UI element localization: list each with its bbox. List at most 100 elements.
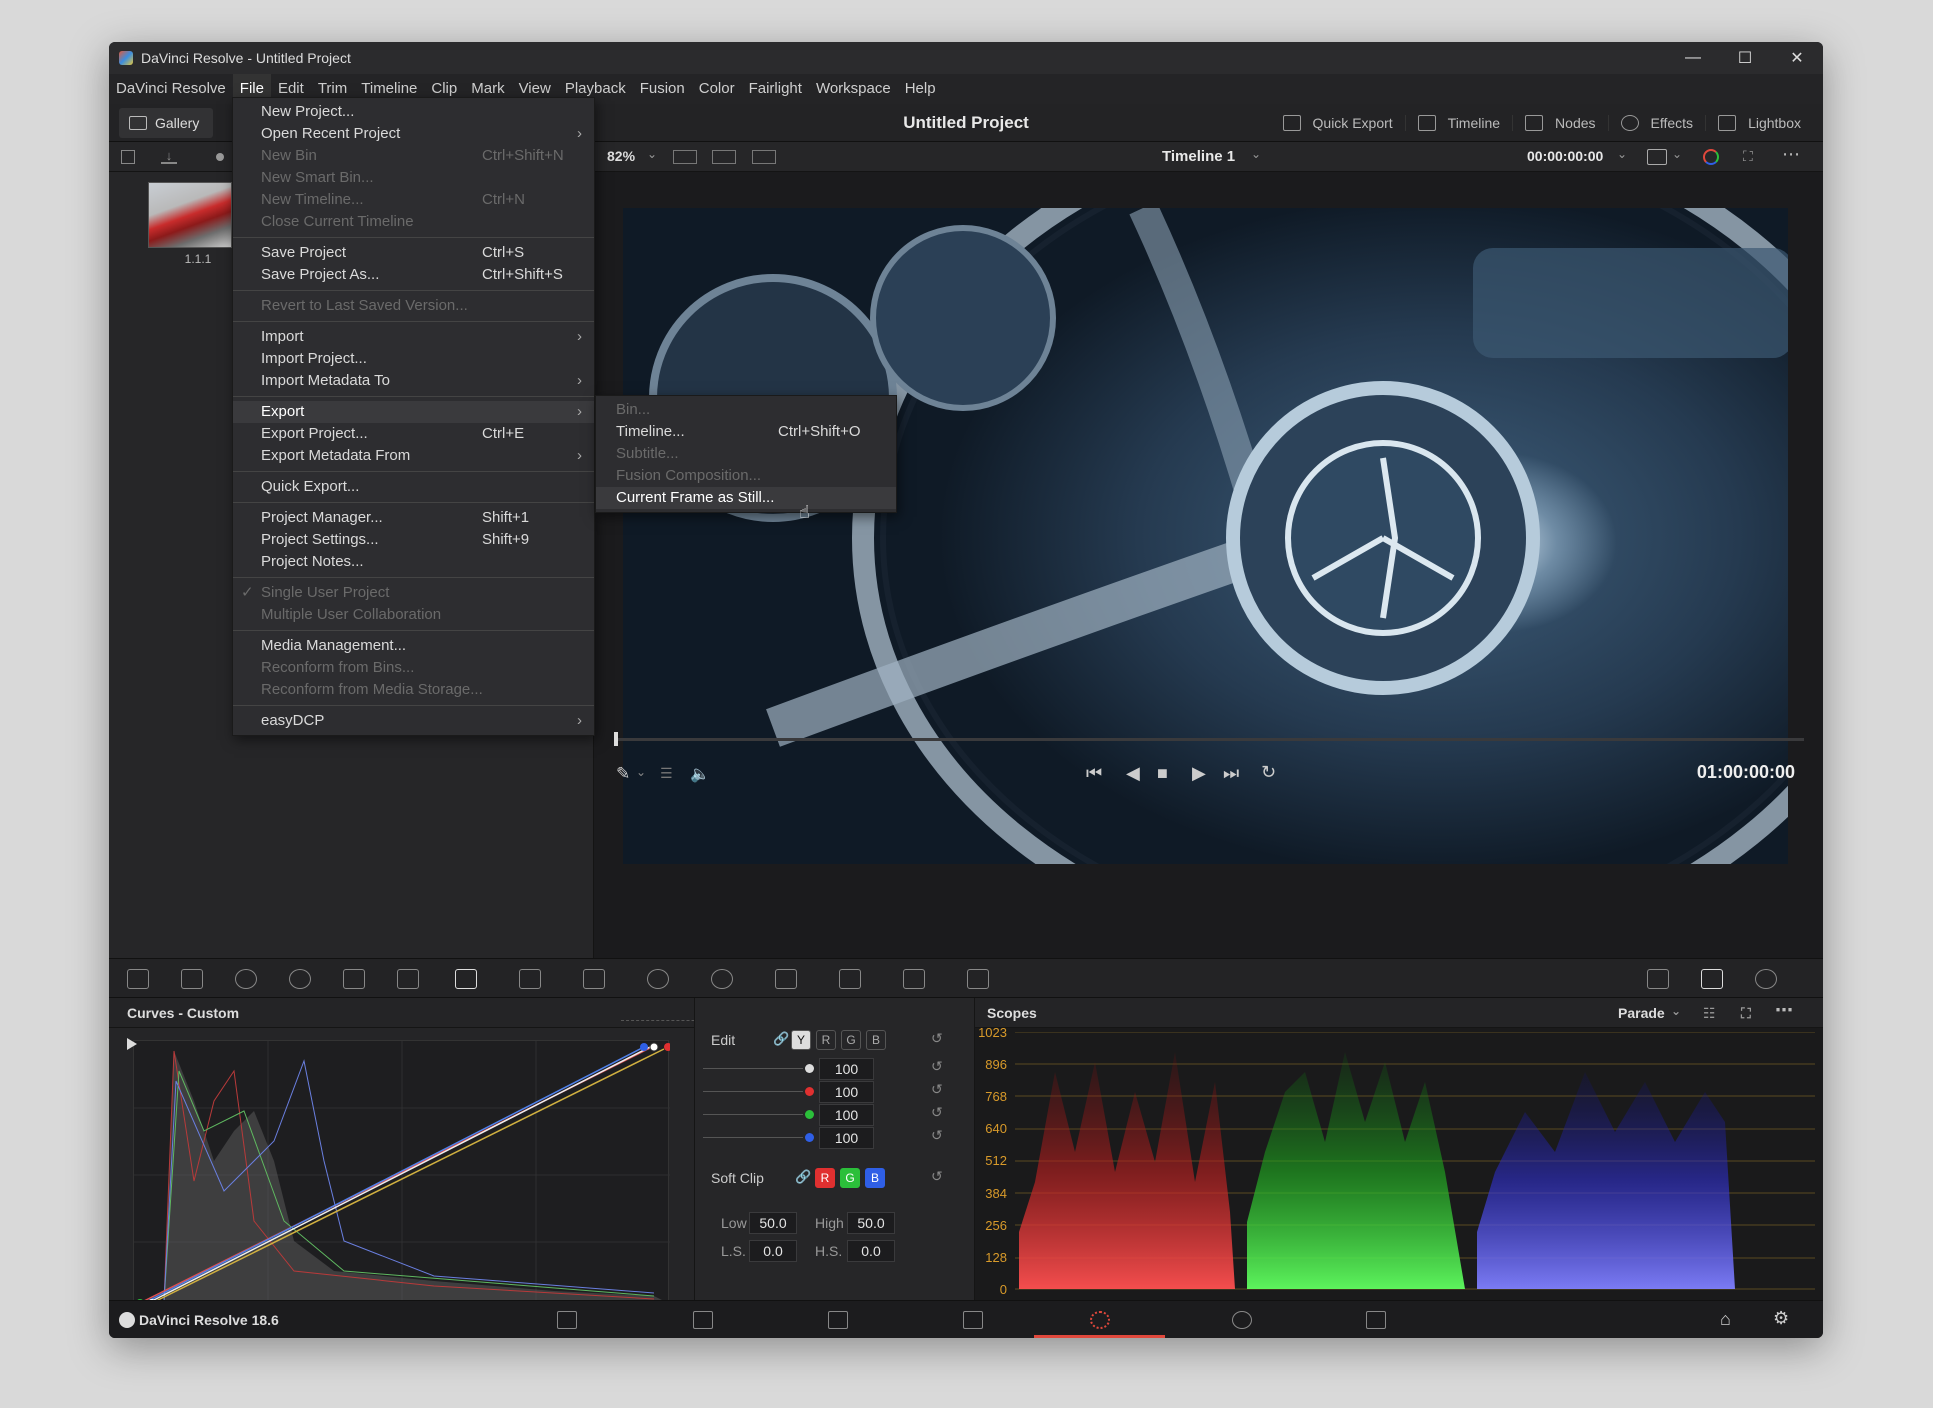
keyframes-icon[interactable] — [1647, 969, 1669, 989]
split-view-icon[interactable] — [752, 150, 776, 164]
reset-icon[interactable]: ↺ — [931, 1058, 943, 1075]
reset-icon[interactable]: ↺ — [931, 1168, 943, 1185]
export-menu-item[interactable]: Timeline... Ctrl+Shift+O — [596, 421, 896, 443]
soft-clip-g-button[interactable]: G — [840, 1168, 860, 1188]
file-menu-item[interactable]: easyDCP › — [233, 710, 594, 732]
menu-fairlight[interactable]: Fairlight — [742, 74, 809, 104]
menu-help[interactable]: Help — [898, 74, 943, 104]
zoom-select[interactable]: 82% — [607, 148, 635, 164]
slider-track[interactable] — [703, 1114, 803, 1115]
go-to-start-icon[interactable]: ⏮ — [1086, 763, 1102, 784]
file-menu-item[interactable]: Project Notes... — [233, 551, 594, 573]
export-menu-item[interactable]: Current Frame as Still... — [596, 487, 896, 509]
intensity-y-input[interactable]: 100 — [819, 1058, 874, 1080]
chevron-down-icon[interactable]: ⌄ — [1671, 996, 1681, 1026]
menu-color[interactable]: Color — [692, 74, 742, 104]
slider-knob[interactable] — [805, 1133, 814, 1142]
minimize-button[interactable]: — — [1667, 42, 1719, 74]
file-menu-item[interactable]: New Project... — [233, 101, 594, 123]
step-back-icon[interactable]: ◀ — [1126, 763, 1140, 784]
edit-page-icon[interactable] — [828, 1311, 848, 1329]
eyedropper-icon[interactable]: ✎ — [616, 764, 630, 784]
file-menu-item[interactable]: Save Project As... Ctrl+Shift+S — [233, 264, 594, 286]
grid-view-icon[interactable] — [712, 150, 736, 164]
reset-icon[interactable]: ↺ — [931, 1030, 943, 1047]
blur-icon[interactable] — [775, 969, 797, 989]
panel-toggle-icon[interactable] — [121, 150, 135, 164]
file-menu-item[interactable]: Media Management... — [233, 635, 594, 657]
file-menu-item[interactable]: Project Manager... Shift+1 — [233, 507, 594, 529]
fairlight-page-icon[interactable] — [1232, 1311, 1252, 1329]
media-page-icon[interactable] — [557, 1311, 577, 1329]
soft-clip-b-button[interactable]: B — [865, 1168, 885, 1188]
single-view-icon[interactable] — [673, 150, 697, 164]
maximize-button[interactable]: ☐ — [1719, 42, 1771, 74]
window-icon[interactable] — [647, 969, 669, 989]
dot-icon[interactable] — [216, 153, 224, 161]
color-match-icon[interactable] — [181, 969, 203, 989]
rgb-mixer-icon[interactable] — [343, 969, 365, 989]
color-page-icon[interactable] — [1090, 1311, 1110, 1329]
quick-export-button[interactable]: Quick Export — [1271, 115, 1405, 131]
timeline-select[interactable]: Timeline 1 — [1162, 148, 1235, 165]
color-wheel-icon[interactable] — [1703, 149, 1719, 165]
effects-button[interactable]: Effects — [1607, 115, 1706, 131]
slider-knob[interactable] — [805, 1087, 814, 1096]
channel-g-button[interactable]: G — [841, 1030, 861, 1050]
curves-icon[interactable] — [455, 969, 477, 989]
reset-icon[interactable]: ↺ — [931, 1127, 943, 1144]
fullscreen-icon[interactable]: ⛶ — [1741, 998, 1751, 1028]
lightbox-button[interactable]: Lightbox — [1705, 115, 1813, 131]
soft-clip-r-button[interactable]: R — [815, 1168, 835, 1188]
file-menu-item[interactable]: Export Project... Ctrl+E — [233, 423, 594, 445]
channel-b-button[interactable]: B — [866, 1030, 886, 1050]
qualifier-icon[interactable] — [583, 969, 605, 989]
ls-input[interactable]: 0.0 — [749, 1240, 797, 1262]
high-input[interactable]: 50.0 — [847, 1212, 895, 1234]
menu-workspace[interactable]: Workspace — [809, 74, 898, 104]
file-menu-item[interactable]: Import Project... — [233, 348, 594, 370]
motion-effects-icon[interactable] — [397, 969, 419, 989]
intensity-r-input[interactable]: 100 — [819, 1081, 874, 1103]
hs-input[interactable]: 0.0 — [847, 1240, 895, 1262]
chevron-down-icon[interactable]: ⌄ — [1251, 147, 1261, 161]
more-options-icon[interactable]: ⋯ — [1775, 995, 1793, 1025]
layers-icon[interactable]: ☰ — [660, 765, 673, 782]
hdr-icon[interactable] — [289, 969, 311, 989]
intensity-g-input[interactable]: 100 — [819, 1104, 874, 1126]
channel-r-button[interactable]: R — [816, 1030, 836, 1050]
camera-raw-icon[interactable] — [127, 969, 149, 989]
fullscreen-icon[interactable]: ⛶ — [1743, 148, 1753, 165]
home-icon[interactable]: ⌂ — [1720, 1309, 1731, 1330]
channel-y-button[interactable]: Y — [791, 1030, 811, 1050]
color-warper-icon[interactable] — [519, 969, 541, 989]
tracker-icon[interactable] — [711, 969, 733, 989]
scope-mode-select[interactable]: Parade — [1618, 998, 1665, 1028]
stop-icon[interactable]: ■ — [1157, 763, 1168, 784]
file-menu-item[interactable]: Export Metadata From › — [233, 445, 594, 467]
timecode-top[interactable]: 00:00:00:00 — [1527, 148, 1603, 164]
low-input[interactable]: 50.0 — [749, 1212, 797, 1234]
file-menu-item[interactable]: Export › — [233, 401, 594, 423]
chevron-down-icon[interactable]: ⌄ — [1672, 147, 1682, 161]
gear-icon[interactable]: ⚙ — [1773, 1308, 1789, 1329]
play-icon[interactable]: ▶ — [1192, 763, 1206, 784]
close-button[interactable]: ✕ — [1771, 42, 1823, 74]
scopes-icon[interactable] — [1701, 969, 1723, 989]
file-menu-item[interactable]: Import Metadata To › — [233, 370, 594, 392]
download-icon[interactable]: ↓ — [161, 148, 177, 164]
deliver-page-icon[interactable] — [1366, 1311, 1386, 1329]
intensity-b-input[interactable]: 100 — [819, 1127, 874, 1149]
chevron-down-icon[interactable]: ⌄ — [636, 765, 646, 779]
curve-handle-icon[interactable] — [127, 1038, 137, 1050]
file-menu-item[interactable]: Save Project Ctrl+S — [233, 242, 594, 264]
chevron-down-icon[interactable]: ⌄ — [1617, 147, 1627, 161]
scope-settings-icon[interactable]: ☷ — [1703, 998, 1716, 1028]
slider-knob[interactable] — [805, 1064, 814, 1073]
slider-track[interactable] — [703, 1068, 803, 1069]
still-thumbnail[interactable] — [148, 182, 232, 248]
volume-icon[interactable]: 🔈 — [690, 764, 710, 784]
file-menu-item[interactable]: Import › — [233, 326, 594, 348]
curves-graph[interactable] — [133, 1040, 672, 1309]
color-wheels-icon[interactable] — [235, 969, 257, 989]
